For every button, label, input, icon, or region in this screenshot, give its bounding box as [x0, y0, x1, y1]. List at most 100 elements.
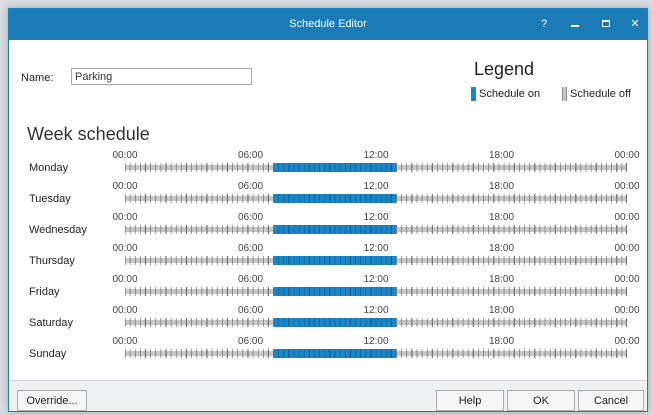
- schedule-bar[interactable]: [125, 318, 627, 327]
- schedule-off-segment[interactable]: [586, 351, 592, 356]
- schedule-off-segment[interactable]: [555, 258, 561, 263]
- schedule-off-segment[interactable]: [145, 258, 151, 263]
- schedule-off-segment[interactable]: [212, 165, 218, 170]
- schedule-off-segment[interactable]: [186, 351, 192, 356]
- schedule-off-segment[interactable]: [457, 227, 464, 232]
- schedule-off-segment[interactable]: [437, 258, 443, 263]
- schedule-off-segment[interactable]: [473, 196, 479, 201]
- schedule-off-segment[interactable]: [488, 320, 494, 325]
- schedule-off-segment[interactable]: [611, 320, 617, 325]
- schedule-off-segment[interactable]: [514, 289, 520, 294]
- schedule-on-segment[interactable]: [309, 225, 315, 234]
- schedule-off-segment[interactable]: [570, 165, 576, 170]
- schedule-off-segment[interactable]: [222, 320, 228, 325]
- schedule-off-segment[interactable]: [401, 227, 407, 232]
- schedule-off-segment[interactable]: [227, 165, 233, 170]
- schedule-on-segment[interactable]: [319, 256, 326, 265]
- schedule-off-segment[interactable]: [560, 258, 566, 263]
- schedule-off-segment[interactable]: [606, 320, 612, 325]
- schedule-on-segment[interactable]: [340, 318, 346, 327]
- schedule-off-segment[interactable]: [514, 227, 520, 232]
- schedule-off-segment[interactable]: [150, 320, 156, 325]
- schedule-off-segment[interactable]: [401, 289, 407, 294]
- schedule-on-segment[interactable]: [335, 225, 341, 234]
- schedule-off-segment[interactable]: [130, 227, 136, 232]
- schedule-on-segment[interactable]: [335, 256, 341, 265]
- schedule-off-segment[interactable]: [493, 165, 499, 170]
- schedule-off-segment[interactable]: [432, 351, 438, 356]
- schedule-off-segment[interactable]: [509, 165, 515, 170]
- schedule-off-segment[interactable]: [493, 351, 499, 356]
- schedule-off-segment[interactable]: [171, 258, 177, 263]
- schedule-off-segment[interactable]: [545, 258, 551, 263]
- schedule-off-segment[interactable]: [591, 351, 597, 356]
- schedule-on-segment[interactable]: [294, 163, 300, 172]
- schedule-off-segment[interactable]: [191, 165, 197, 170]
- schedule-off-segment[interactable]: [232, 320, 238, 325]
- schedule-off-segment[interactable]: [186, 258, 192, 263]
- schedule-off-segment[interactable]: [422, 320, 428, 325]
- schedule-off-segment[interactable]: [396, 289, 402, 294]
- schedule-off-segment[interactable]: [171, 196, 177, 201]
- schedule-off-segment[interactable]: [539, 196, 546, 201]
- schedule-off-segment[interactable]: [181, 165, 187, 170]
- schedule-off-segment[interactable]: [473, 351, 479, 356]
- schedule-off-segment[interactable]: [237, 351, 243, 356]
- schedule-off-segment[interactable]: [253, 351, 259, 356]
- schedule-on-segment[interactable]: [381, 349, 387, 358]
- schedule-off-segment[interactable]: [473, 165, 479, 170]
- schedule-on-segment[interactable]: [329, 194, 336, 203]
- schedule-off-segment[interactable]: [196, 351, 202, 356]
- schedule-off-segment[interactable]: [570, 258, 576, 263]
- schedule-off-segment[interactable]: [452, 165, 458, 170]
- schedule-off-segment[interactable]: [498, 165, 505, 170]
- schedule-on-segment[interactable]: [319, 349, 326, 358]
- schedule-off-segment[interactable]: [514, 351, 520, 356]
- schedule-off-segment[interactable]: [253, 196, 259, 201]
- schedule-off-segment[interactable]: [160, 351, 166, 356]
- schedule-off-segment[interactable]: [575, 320, 581, 325]
- schedule-off-segment[interactable]: [150, 351, 156, 356]
- schedule-off-segment[interactable]: [196, 320, 202, 325]
- schedule-on-segment[interactable]: [391, 194, 397, 203]
- schedule-off-segment[interactable]: [145, 320, 151, 325]
- schedule-off-segment[interactable]: [268, 258, 274, 263]
- schedule-off-segment[interactable]: [483, 320, 489, 325]
- schedule-on-segment[interactable]: [340, 194, 346, 203]
- schedule-on-segment[interactable]: [370, 256, 377, 265]
- schedule-off-segment[interactable]: [212, 258, 218, 263]
- schedule-off-segment[interactable]: [191, 351, 197, 356]
- schedule-off-segment[interactable]: [457, 165, 464, 170]
- schedule-on-segment[interactable]: [278, 194, 285, 203]
- schedule-off-segment[interactable]: [457, 258, 464, 263]
- schedule-off-segment[interactable]: [206, 289, 213, 294]
- schedule-off-segment[interactable]: [570, 320, 576, 325]
- schedule-off-segment[interactable]: [468, 320, 474, 325]
- schedule-off-segment[interactable]: [611, 227, 617, 232]
- schedule-on-segment[interactable]: [329, 349, 336, 358]
- schedule-off-segment[interactable]: [596, 320, 602, 325]
- schedule-on-segment[interactable]: [294, 318, 300, 327]
- schedule-on-segment[interactable]: [340, 163, 346, 172]
- schedule-off-segment[interactable]: [212, 320, 218, 325]
- schedule-off-segment[interactable]: [263, 320, 269, 325]
- schedule-off-segment[interactable]: [130, 165, 136, 170]
- schedule-off-segment[interactable]: [447, 289, 453, 294]
- schedule-off-segment[interactable]: [140, 227, 146, 232]
- day-timeline[interactable]: 00:00 06:00 12:00 18:00 00:00: [112, 181, 640, 205]
- schedule-off-segment[interactable]: [488, 165, 494, 170]
- schedule-off-segment[interactable]: [442, 227, 448, 232]
- schedule-off-segment[interactable]: [498, 351, 505, 356]
- schedule-off-segment[interactable]: [130, 258, 136, 263]
- schedule-off-segment[interactable]: [560, 227, 566, 232]
- schedule-off-segment[interactable]: [232, 289, 238, 294]
- schedule-off-segment[interactable]: [601, 227, 607, 232]
- schedule-bar[interactable]: [125, 225, 627, 234]
- schedule-on-segment[interactable]: [288, 349, 295, 358]
- schedule-off-segment[interactable]: [570, 227, 576, 232]
- schedule-off-segment[interactable]: [258, 196, 264, 201]
- schedule-off-segment[interactable]: [422, 227, 428, 232]
- schedule-off-segment[interactable]: [580, 320, 587, 325]
- schedule-on-segment[interactable]: [288, 256, 295, 265]
- schedule-off-segment[interactable]: [416, 196, 423, 201]
